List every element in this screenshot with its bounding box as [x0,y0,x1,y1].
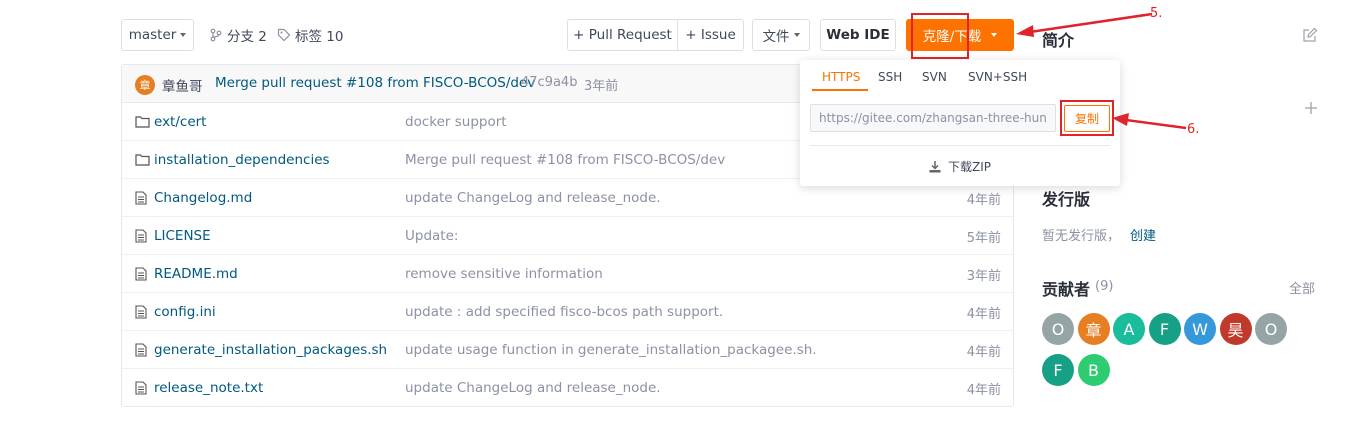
annotation-arrows [1016,12,1187,130]
annotation-arrowhead-5 [1016,25,1034,37]
annotation-arrowhead-6 [1112,113,1129,126]
annotation-arrow-6 [1125,118,1187,130]
annotation-step-5: 5. [1150,6,1163,21]
annotation-step-6: 6. [1187,122,1200,137]
annotation-arrow-5 [1029,12,1153,34]
